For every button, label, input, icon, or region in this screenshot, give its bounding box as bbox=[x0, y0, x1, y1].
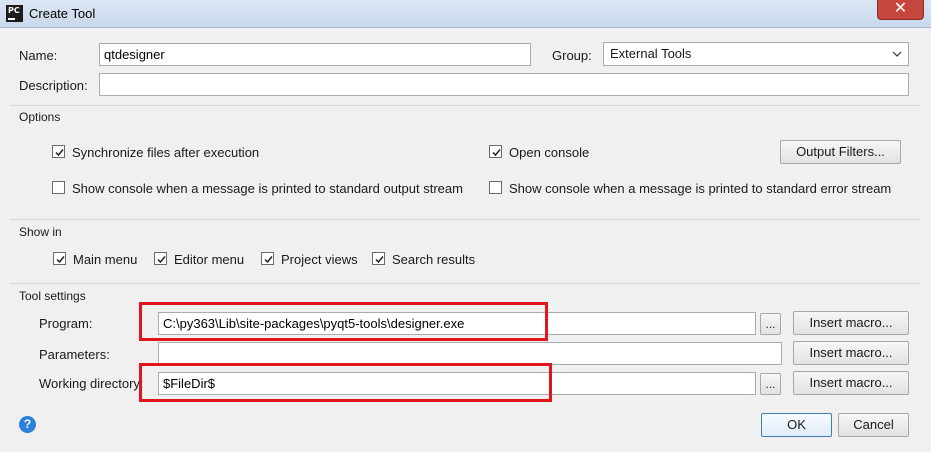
show-console-stdout-checkbox[interactable] bbox=[52, 181, 65, 194]
checkmark-icon bbox=[157, 256, 166, 264]
parameters-input[interactable] bbox=[158, 342, 782, 365]
project-views-label: Project views bbox=[281, 252, 358, 267]
close-button[interactable]: ✕ bbox=[877, 0, 924, 20]
output-filters-button[interactable]: Output Filters... bbox=[780, 140, 901, 164]
divider bbox=[10, 283, 921, 284]
name-input[interactable]: qtdesigner bbox=[99, 43, 531, 66]
checkmark-icon bbox=[492, 149, 501, 157]
parameters-label: Parameters: bbox=[39, 347, 110, 362]
group-select-value: External Tools bbox=[610, 46, 692, 61]
description-input[interactable] bbox=[99, 73, 909, 96]
divider bbox=[10, 105, 921, 106]
main-menu-label: Main menu bbox=[73, 252, 138, 267]
highlight-box-working-directory bbox=[139, 363, 552, 402]
options-section-title: Options bbox=[19, 110, 61, 124]
checkmark-icon bbox=[56, 256, 65, 264]
main-menu-checkbox[interactable] bbox=[53, 252, 66, 265]
search-results-label: Search results bbox=[392, 252, 476, 267]
chevron-down-icon bbox=[892, 51, 902, 57]
show-console-stderr-label: Show console when a message is printed t… bbox=[509, 181, 892, 196]
open-console-label: Open console bbox=[509, 145, 590, 160]
cancel-button[interactable]: Cancel bbox=[838, 413, 909, 437]
checkmark-icon bbox=[55, 149, 64, 157]
show-console-stderr-checkbox[interactable] bbox=[489, 181, 502, 194]
parameters-insert-macro-button[interactable]: Insert macro... bbox=[793, 341, 909, 365]
editor-menu-checkbox[interactable] bbox=[154, 252, 167, 265]
help-icon[interactable]: ? bbox=[19, 416, 36, 433]
group-label: Group: bbox=[552, 48, 592, 63]
divider bbox=[10, 219, 921, 220]
show-in-section-title: Show in bbox=[19, 225, 62, 239]
program-insert-macro-button[interactable]: Insert macro... bbox=[793, 311, 909, 335]
project-views-checkbox[interactable] bbox=[261, 252, 274, 265]
description-label: Description: bbox=[19, 78, 88, 93]
ok-button[interactable]: OK bbox=[761, 413, 832, 437]
working-directory-browse-button[interactable]: ... bbox=[760, 373, 781, 395]
open-console-checkbox[interactable] bbox=[489, 145, 502, 158]
checkmark-icon bbox=[375, 256, 384, 264]
group-select[interactable]: External Tools bbox=[603, 42, 909, 66]
working-directory-insert-macro-button[interactable]: Insert macro... bbox=[793, 371, 909, 395]
editor-menu-label: Editor menu bbox=[174, 252, 245, 267]
name-label: Name: bbox=[19, 48, 58, 63]
window-title: Create Tool bbox=[29, 6, 96, 21]
sync-files-checkbox[interactable] bbox=[52, 145, 65, 158]
highlight-box-program bbox=[139, 302, 548, 341]
working-directory-label: Working directory: bbox=[39, 376, 144, 391]
tool-settings-section-title: Tool settings bbox=[19, 289, 86, 303]
title-bar: PC Create Tool ✕ bbox=[0, 0, 931, 28]
sync-files-label: Synchronize files after execution bbox=[72, 145, 260, 160]
pc-app-icon: PC bbox=[6, 5, 23, 22]
program-browse-button[interactable]: ... bbox=[760, 313, 781, 335]
checkmark-icon bbox=[264, 256, 273, 264]
program-label: Program: bbox=[39, 316, 93, 331]
show-console-stdout-label: Show console when a message is printed t… bbox=[72, 181, 463, 196]
search-results-checkbox[interactable] bbox=[372, 252, 385, 265]
